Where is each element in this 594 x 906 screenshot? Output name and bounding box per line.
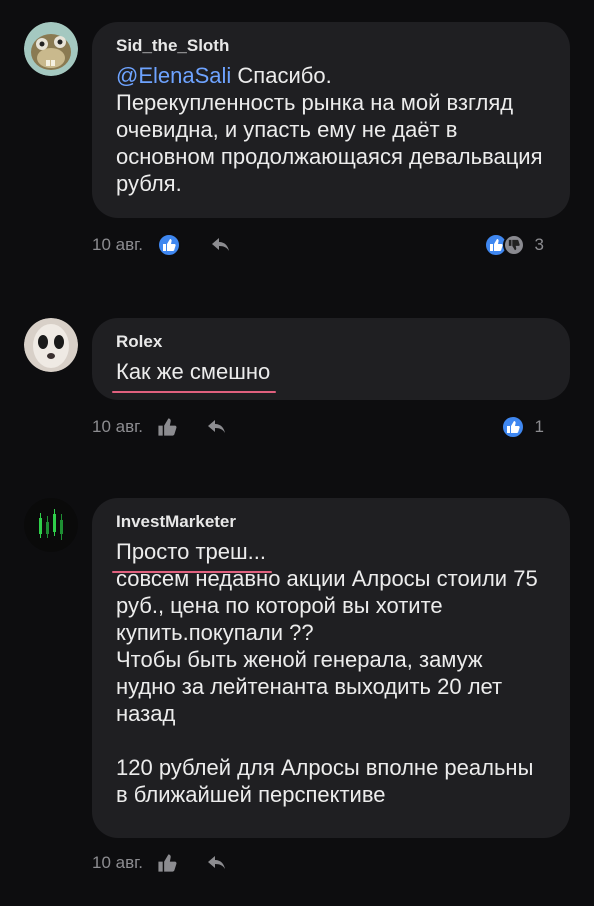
reactions-summary[interactable]: 1 [500, 415, 544, 439]
comment-date: 10 авг. [92, 417, 143, 436]
avatar[interactable] [24, 22, 78, 76]
comment-bubble: InvestMarketer Просто треш... совсем нед… [92, 498, 570, 838]
thumbs-up-icon [158, 854, 177, 872]
thumbs-down-icon [502, 234, 525, 256]
reply-button[interactable] [207, 419, 227, 435]
reply-icon [207, 856, 225, 869]
comment-body: Как же смешно [111, 359, 277, 393]
comment-author[interactable]: Sid_the_Sloth [116, 36, 546, 56]
thumbs-up-icon [156, 233, 181, 257]
user-mention[interactable]: @ElenaSali [116, 63, 231, 88]
comment-body: совсем недавно акции Алросы стоили 75 ру… [116, 566, 538, 807]
reaction-count: 1 [534, 417, 544, 436]
comment-bubble: Rolex Как же смешно [92, 318, 570, 400]
thumbs-up-icon [500, 415, 525, 439]
reply-button[interactable] [211, 237, 231, 253]
like-button[interactable] [156, 233, 181, 257]
comment-text: Как же смешно [111, 358, 546, 393]
comment-date: 10 авг. [92, 235, 143, 254]
avatar[interactable] [24, 318, 78, 372]
comment-bubble: Sid_the_Sloth @ElenaSali Спасибо. Переку… [92, 22, 570, 218]
reply-icon [211, 238, 229, 251]
reaction-count: 3 [534, 235, 544, 254]
like-button[interactable] [157, 853, 177, 873]
avatar[interactable] [24, 498, 78, 552]
comment-author[interactable]: InvestMarketer [116, 512, 546, 532]
comment-meta: 10 авг. [92, 848, 562, 878]
reply-button[interactable] [207, 855, 227, 871]
comment-text: @ElenaSali Спасибо. Перекупленность рынк… [116, 62, 546, 197]
comment-author[interactable]: Rolex [116, 332, 546, 352]
comment-first-line: Просто треш... [112, 539, 272, 573]
comment-date: 10 авг. [92, 853, 143, 872]
comment-text: Просто треш... совсем недавно акции Алро… [112, 538, 546, 808]
thumbs-up-icon [158, 418, 177, 436]
comment-meta: 10 авг. 3 [92, 230, 562, 260]
reactions-summary[interactable]: 3 [483, 233, 544, 257]
like-button[interactable] [157, 417, 177, 437]
comment-meta: 10 авг. 1 [92, 412, 562, 442]
reply-icon [207, 420, 225, 433]
